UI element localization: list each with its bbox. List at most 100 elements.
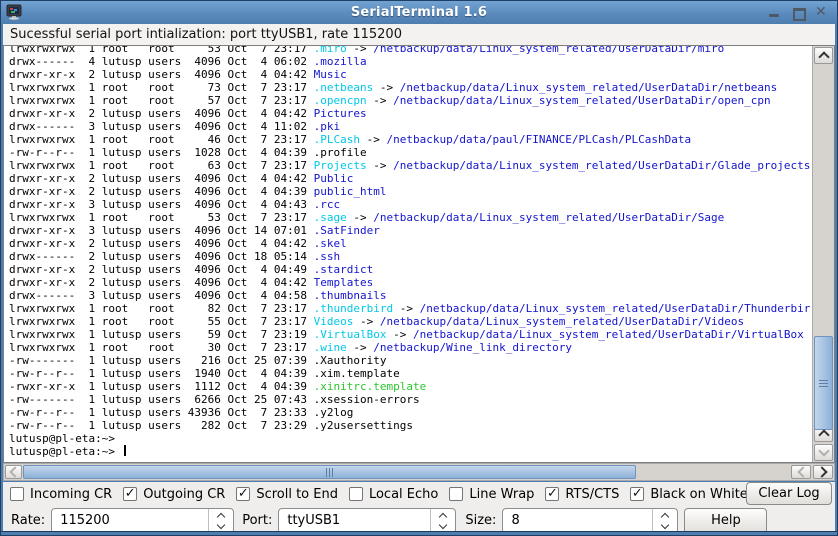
- scroll-down-button[interactable]: [814, 444, 833, 461]
- terminal-text-dir: Music: [314, 68, 347, 81]
- maximize-icon[interactable]: [791, 6, 805, 20]
- terminal-text-plain: drwxr-xr-x 2 lutusp users 4096 Oct 4 04:…: [9, 263, 314, 276]
- serialterminal-window: SerialTerminal 1.6 ✕ Sucessful serial po…: [0, 0, 838, 536]
- terminal-text-dir: Pictures: [314, 107, 367, 120]
- terminal-line: -rw-r--r-- 1 lutusp users 1028 Oct 4 04:…: [9, 146, 811, 159]
- terminal-line: drwx------ 4 lutusp users 4096 Oct 4 06:…: [9, 55, 811, 68]
- terminal-text-plain: drwxr-xr-x 2 lutusp users 4096 Oct 4 04:…: [9, 172, 314, 185]
- size-spinner-icon[interactable]: [652, 509, 677, 533]
- checkbox-unchecked-icon: [10, 487, 24, 501]
- terminal-line: drwxr-xr-x 2 lutusp users 4096 Oct 4 04:…: [9, 237, 811, 250]
- terminal-text-target: /netbackup/data/Linux_system_related/Use…: [373, 46, 724, 55]
- terminal-line: lrwxrwxrwx 1 root root 82 Oct 7 23:17 .t…: [9, 302, 811, 315]
- terminal-text-plain: ->: [353, 315, 380, 328]
- minimize-icon[interactable]: [767, 6, 781, 20]
- terminal-text-plain: drwxr-xr-x 2 lutusp users 4096 Oct 4 04:…: [9, 237, 314, 250]
- terminal-text-plain: lrwxrwxrwx 1 lutusp users 59 Oct 7 23:19: [9, 328, 314, 341]
- checkbox-label: Incoming CR: [30, 487, 112, 502]
- checkbox-local-echo[interactable]: Local Echo: [349, 487, 438, 502]
- port-spinner-icon[interactable]: [430, 509, 455, 533]
- close-icon[interactable]: ✕: [815, 6, 829, 20]
- vertical-scrollbar-track[interactable]: [814, 65, 833, 424]
- terminal-text-plain: drwx------ 3 lutusp users 4096 Oct 4 04:…: [9, 289, 314, 302]
- terminal-text-plain: ->: [347, 46, 374, 55]
- scroll-right-button[interactable]: [813, 465, 833, 479]
- terminal-output[interactable]: lrwxrwxrwx 1 root root 53 Oct 7 23:17 .m…: [5, 46, 811, 462]
- checkbox-unchecked-icon: [449, 487, 463, 501]
- terminal-line: lrwxrwxrwx 1 root root 46 Oct 7 23:17 .P…: [9, 133, 811, 146]
- checkbox-checked-icon: ✓: [630, 487, 644, 501]
- checkbox-scroll-to-end[interactable]: ✓Scroll to End: [236, 487, 338, 502]
- terminal-line: drwxr-xr-x 3 lutusp users 4096 Oct 4 04:…: [9, 198, 811, 211]
- terminal-text-symlink: .opencpn: [314, 94, 367, 107]
- terminal-text-dir: .mozilla: [314, 55, 367, 68]
- terminal-line: lutusp@pl-eta:~>: [9, 445, 811, 458]
- terminal-text-plain: ->: [387, 328, 414, 341]
- port-combobox[interactable]: ttyUSB1: [278, 508, 456, 534]
- rate-label: Rate:: [11, 513, 45, 528]
- scroll-left-button[interactable]: [5, 465, 22, 479]
- checkbox-rts-cts[interactable]: ✓RTS/CTS: [545, 487, 619, 502]
- terminal-line: drwxr-xr-x 2 lutusp users 4096 Oct 4 04:…: [9, 185, 811, 198]
- checkbox-black-on-white[interactable]: ✓ Black on White: [630, 487, 747, 502]
- terminal-text-target: /netbackup/data/paul/FINANCE/PLCash/PLCa…: [387, 133, 692, 146]
- vertical-scrollbar: [812, 46, 834, 462]
- terminal-line: drwx------ 3 lutusp users 4096 Oct 4 11:…: [9, 120, 811, 133]
- checkbox-line-wrap[interactable]: Line Wrap: [449, 487, 534, 502]
- terminal-text-target: /netbackup/data/Linux_system_related/Use…: [400, 81, 778, 94]
- terminal-text-plain: lrwxrwxrwx 1 root root 82 Oct 7 23:17: [9, 302, 314, 315]
- terminal-text-symlink: .miro: [314, 46, 347, 55]
- terminal-lines: lrwxrwxrwx 1 root root 53 Oct 7 23:17 .m…: [9, 46, 811, 458]
- checkbox-checked-icon: ✓: [123, 487, 137, 501]
- terminal-line: -rw------- 1 lutusp users 6266 Oct 25 07…: [9, 393, 811, 406]
- text-cursor: [124, 445, 126, 456]
- checkbox-outgoing-cr[interactable]: ✓Outgoing CR: [123, 487, 225, 502]
- terminal-text-symlink: .sage: [314, 211, 347, 224]
- terminal-line: lutusp@pl-eta:~>: [9, 432, 811, 445]
- size-combobox[interactable]: 8: [502, 508, 678, 534]
- terminal-text-plain: ->: [347, 211, 374, 224]
- terminal-text-plain: -rw-r--r-- 1 lutusp users 1940 Oct 4 04:…: [9, 367, 400, 380]
- terminal-text-plain: lrwxrwxrwx 1 root root 53 Oct 7 23:17: [9, 46, 314, 55]
- terminal-line: drwxr-xr-x 2 lutusp users 4096 Oct 4 04:…: [9, 276, 811, 289]
- terminal-text-plain: ->: [367, 94, 394, 107]
- terminal-text-plain: drwxr-xr-x 2 lutusp users 4096 Oct 4 04:…: [9, 107, 314, 120]
- terminal-line: -rw-r--r-- 1 lutusp users 43936 Oct 7 23…: [9, 406, 811, 419]
- terminal-text-dir: .thumbnails: [314, 289, 387, 302]
- rate-combobox[interactable]: 115200: [51, 508, 234, 534]
- terminal-line: lrwxrwxrwx 1 lutusp users 59 Oct 7 23:19…: [9, 328, 811, 341]
- settings-row: Rate: 115200 Port: ttyUSB1 Size: 8 Help …: [3, 507, 835, 534]
- terminal-text-plain: ->: [367, 159, 394, 172]
- terminal-line: drwxr-xr-x 3 lutusp users 4096 Oct 14 07…: [9, 224, 811, 237]
- scroll-left-button-right[interactable]: [791, 465, 811, 479]
- rate-spinner-icon[interactable]: [208, 509, 233, 533]
- vertical-scrollbar-thumb[interactable]: [814, 336, 833, 430]
- terminal-text-plain: drwxr-xr-x 2 lutusp users 4096 Oct 4 04:…: [9, 276, 314, 289]
- horizontal-scrollbar-track[interactable]: [23, 465, 790, 479]
- scroll-up-button[interactable]: [814, 47, 833, 64]
- terminal-text-symlink: Videos: [314, 315, 354, 328]
- clear-log-button[interactable]: Clear Log: [746, 482, 832, 505]
- terminal-line: drwx------ 2 lutusp users 4096 Oct 18 05…: [9, 250, 811, 263]
- terminal-text-symlink: Projects: [314, 159, 367, 172]
- help-button[interactable]: Help: [684, 508, 767, 534]
- checkbox-unchecked-icon: [349, 487, 363, 501]
- terminal-text-dir: .skel: [314, 237, 347, 250]
- terminal-line: -rw-r--r-- 1 lutusp users 282 Oct 7 23:2…: [9, 419, 811, 432]
- checkbox-incoming-cr[interactable]: Incoming CR: [10, 487, 112, 502]
- terminal-line: lrwxrwxrwx 1 root root 57 Oct 7 23:17 .o…: [9, 94, 811, 107]
- titlebar[interactable]: SerialTerminal 1.6 ✕: [1, 1, 837, 24]
- options-row: Incoming CR ✓Outgoing CR ✓Scroll to End Loc…: [3, 482, 835, 506]
- terminal-text-exec: .xinitrc.template: [314, 380, 427, 393]
- terminal-text-dir: .ssh: [314, 250, 341, 263]
- horizontal-scrollbar-thumb[interactable]: [23, 465, 636, 479]
- terminal-line: lrwxrwxrwx 1 root root 53 Oct 7 23:17 .s…: [9, 211, 811, 224]
- terminal-text-plain: lrwxrwxrwx 1 root root 57 Oct 7 23:17: [9, 94, 314, 107]
- checkbox-label: Black on White: [650, 487, 747, 502]
- terminal-text-plain: ->: [347, 341, 374, 354]
- terminal-monitor-icon: [6, 4, 22, 20]
- checkbox-checked-icon: ✓: [236, 487, 250, 501]
- terminal-line: lrwxrwxrwx 1 root root 53 Oct 7 23:17 .m…: [9, 46, 811, 55]
- terminal-text-dir: Templates: [314, 276, 374, 289]
- terminal-text-dir: .rcc: [314, 198, 341, 211]
